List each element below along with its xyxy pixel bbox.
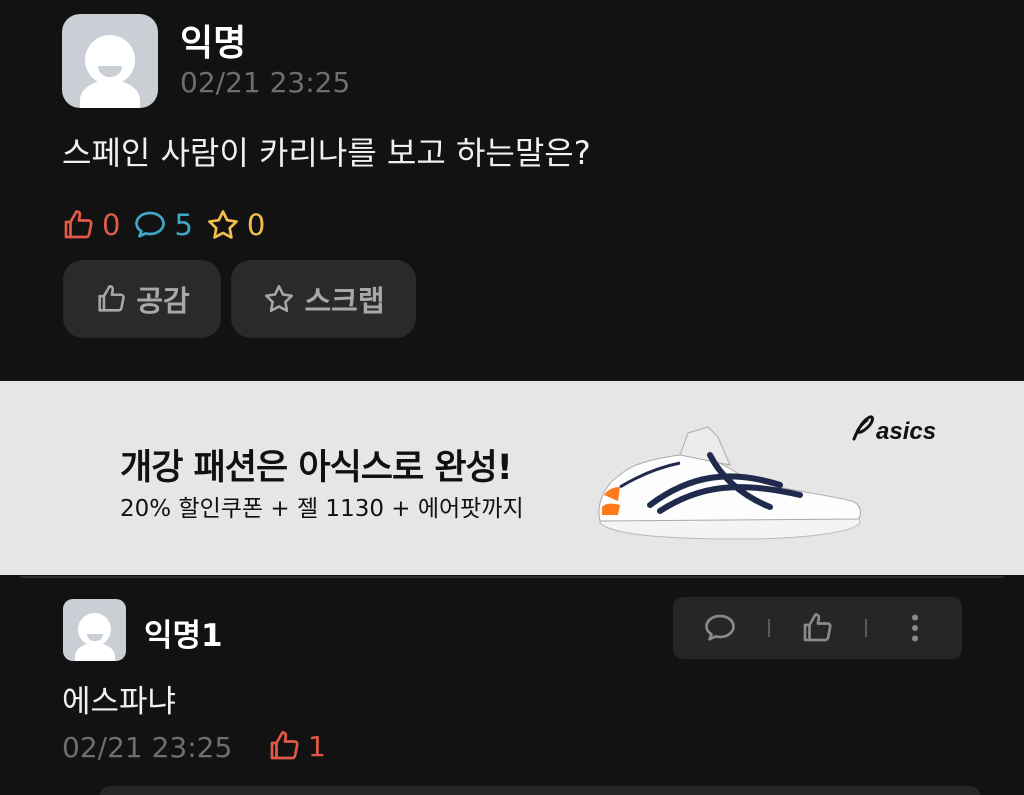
scrap-button[interactable]: 스크랩 (231, 260, 416, 338)
post-stats: 0 5 0 (60, 205, 265, 245)
star-icon (265, 284, 294, 313)
comment-actions-toolbar (673, 597, 962, 659)
divider (20, 576, 1004, 578)
reply-icon[interactable] (702, 610, 738, 646)
separator (865, 619, 868, 637)
thumbs-up-icon (98, 284, 126, 312)
thumbs-up-icon (270, 731, 299, 760)
ad-subline: 20% 할인쿠폰 + 젤 1130 + 에어팟까지 (120, 496, 524, 522)
thumbs-up-icon (64, 210, 93, 239)
comment-body: 에스파냐 (62, 684, 177, 720)
ad-headline: 개강 패션은 아식스로 완성! (120, 448, 513, 488)
comment-like-count: 1 (266, 728, 326, 764)
next-comment-container (100, 786, 980, 795)
scrap-button-label: 스크랩 (304, 284, 385, 318)
like-count: 0 (60, 207, 120, 243)
svg-text:asics: asics (876, 418, 936, 445)
comment-author-avatar (63, 599, 126, 661)
like-button-label: 공감 (136, 284, 190, 318)
speech-bubble-icon (135, 211, 166, 238)
sneaker-image (598, 426, 861, 540)
ad-banner[interactable]: 개강 패션은 아식스로 완성! 20% 할인쿠폰 + 젤 1130 + 에어팟까… (0, 381, 1024, 575)
thumbs-up-icon[interactable] (799, 610, 835, 646)
like-button[interactable]: 공감 (63, 260, 221, 338)
scrap-count: 0 (205, 207, 265, 243)
post-author-avatar (62, 14, 158, 108)
separator (767, 619, 770, 637)
comment-author-name: 익명1 (144, 618, 223, 654)
post-timestamp: 02/21 23:25 (180, 66, 351, 99)
star-icon (208, 210, 238, 239)
comment-count: 5 (132, 207, 193, 243)
comment-timestamp: 02/21 23:25 (62, 731, 233, 764)
post-body: 스페인 사람이 카리나를 보고 하는말은? (62, 134, 591, 172)
post-author-name: 익명 (180, 23, 247, 64)
more-options-icon[interactable] (897, 610, 933, 646)
